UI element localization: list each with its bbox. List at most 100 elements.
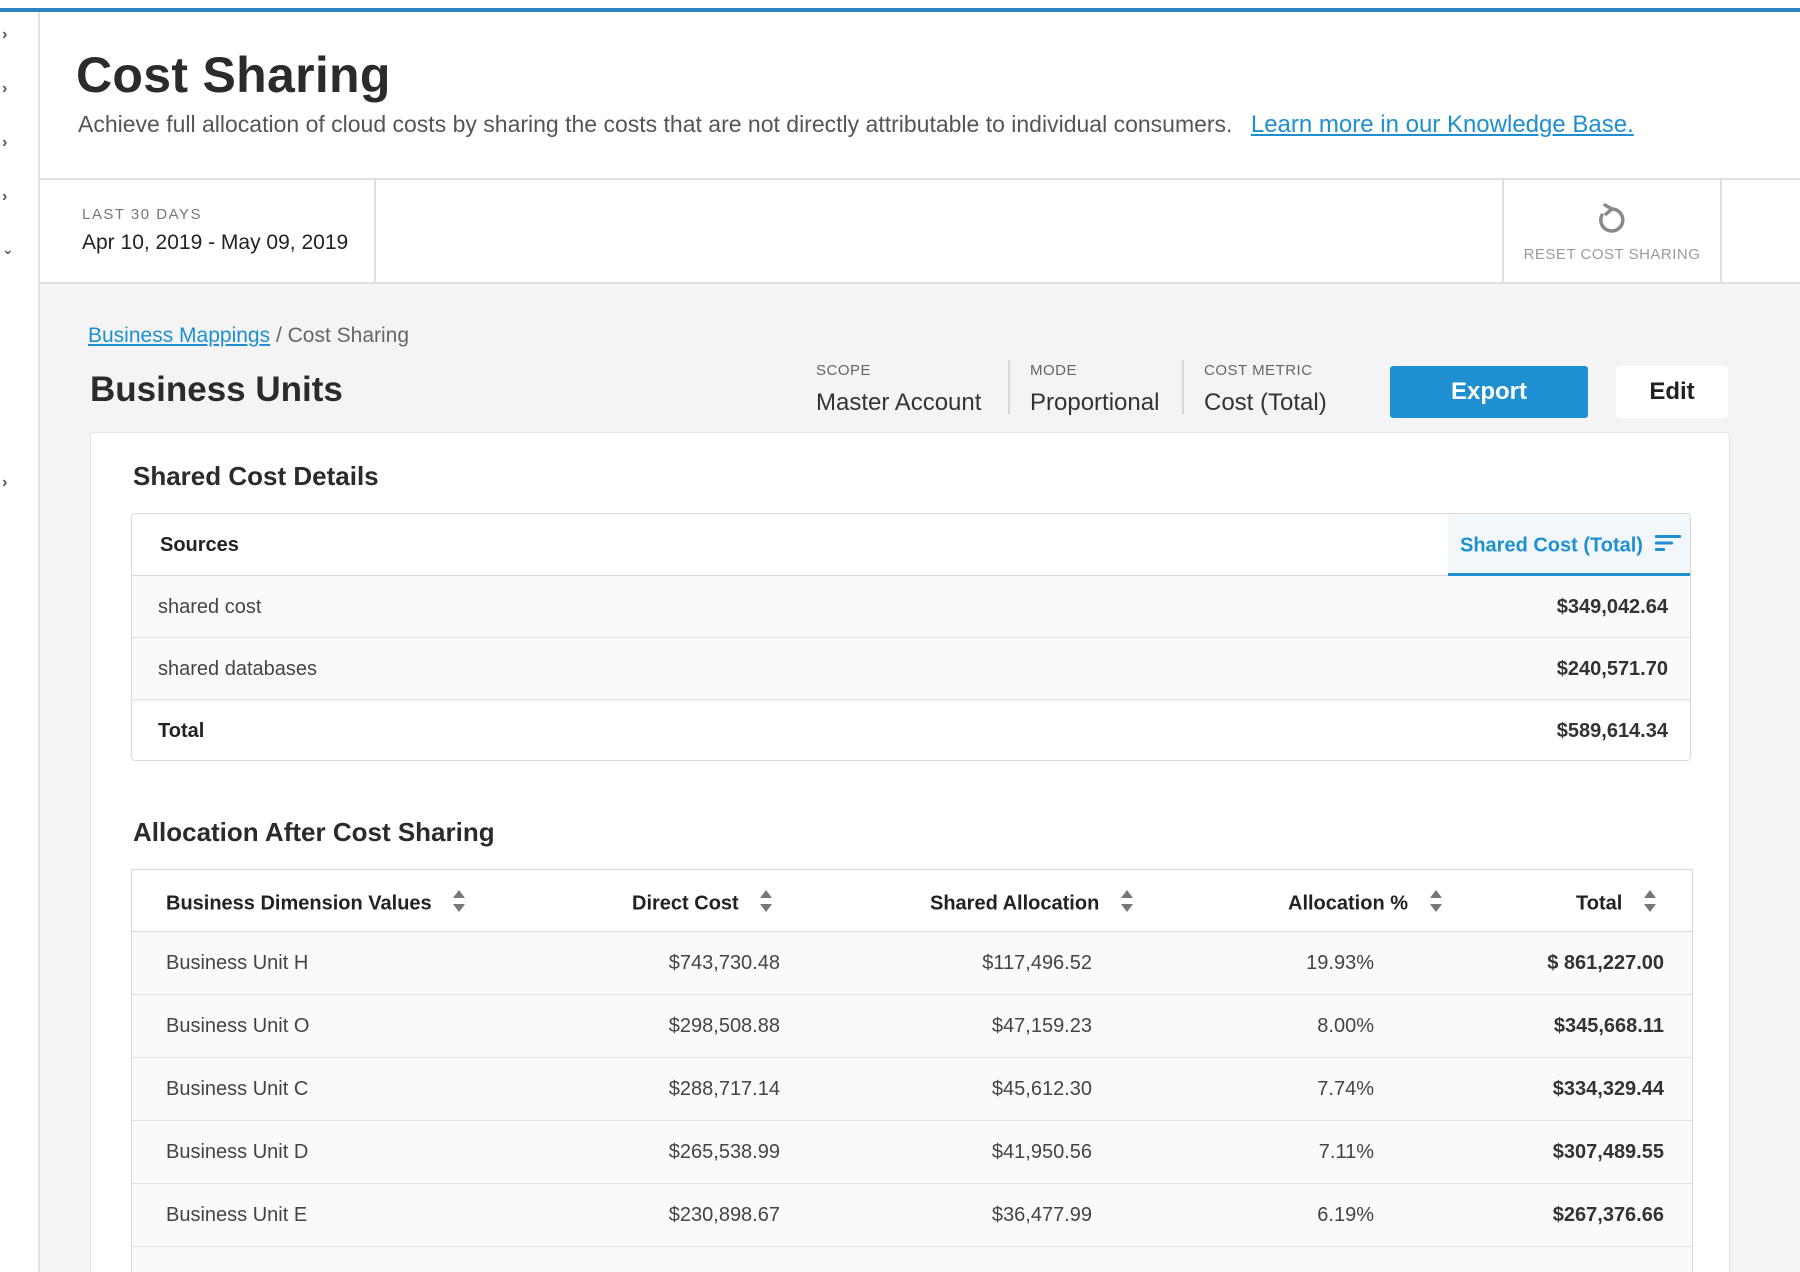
breadcrumb: Business Mappings / Cost Sharing bbox=[88, 324, 409, 348]
column-label: Direct Cost bbox=[632, 892, 739, 915]
column-header-allocation-pct[interactable]: Allocation % bbox=[1288, 890, 1442, 918]
top-accent-bar bbox=[0, 0, 1800, 12]
column-header-dimension[interactable]: Business Dimension Values bbox=[166, 890, 466, 918]
shared-cost-details-title: Shared Cost Details bbox=[133, 461, 379, 491]
table-row: shared databases $240,571.70 bbox=[132, 638, 1690, 700]
date-range-value: Apr 10, 2019 - May 09, 2019 bbox=[82, 231, 349, 254]
row-total: $ 861,227.00 bbox=[1547, 952, 1664, 974]
meta-divider bbox=[1008, 360, 1010, 414]
cost-metric-meta: COST METRIC Cost (Total) bbox=[1204, 362, 1327, 424]
table-row: Business Unit D $265,538.99 $41,950.56 7… bbox=[132, 1121, 1692, 1184]
shared-cost-column-header[interactable]: Shared Cost (Total) bbox=[1448, 514, 1690, 576]
chevron-right-icon[interactable]: › bbox=[2, 26, 16, 44]
date-strip: LAST 30 DAYS Apr 10, 2019 - May 09, 2019… bbox=[40, 180, 1800, 284]
total-value: $589,614.34 bbox=[1556, 720, 1668, 742]
table-row: Business Unit E $230,898.67 $36,477.99 6… bbox=[132, 1184, 1692, 1247]
chevron-down-icon[interactable]: ⌄ bbox=[2, 240, 16, 258]
table-row: Business Unit C $288,717.14 $45,612.30 7… bbox=[132, 1058, 1692, 1121]
sort-arrows-icon bbox=[453, 890, 466, 918]
knowledge-base-link[interactable]: Learn more in our Knowledge Base. bbox=[1251, 111, 1634, 138]
direct-cost: $298,508.88 bbox=[668, 1015, 780, 1037]
shared-cost-table-header: Sources Shared Cost (Total) bbox=[132, 514, 1690, 576]
mode-value: Proportional bbox=[1030, 389, 1160, 416]
table-row: Business Unit O $298,508.88 $47,159.23 8… bbox=[132, 995, 1692, 1058]
dimension-value: Business Unit E bbox=[166, 1204, 308, 1226]
cost-metric-label: COST METRIC bbox=[1204, 362, 1313, 379]
reset-icon bbox=[1504, 202, 1720, 238]
reset-cost-sharing-label: RESET COST SHARING bbox=[1523, 246, 1701, 263]
scope-label: SCOPE bbox=[816, 362, 872, 379]
column-label: Shared Allocation bbox=[930, 892, 1100, 915]
allocation-pct: 6.19% bbox=[1317, 1204, 1374, 1226]
shared-allocation: $47,159.23 bbox=[991, 1015, 1092, 1037]
meta-divider bbox=[1182, 360, 1184, 414]
shared-cost-table: Sources Shared Cost (Total) shared cost … bbox=[131, 513, 1691, 761]
shared-allocation: $36,477.99 bbox=[991, 1204, 1092, 1226]
row-total: $307,489.55 bbox=[1552, 1141, 1664, 1163]
direct-cost: $743,730.48 bbox=[668, 952, 780, 974]
sort-arrows-icon bbox=[760, 890, 773, 918]
export-button[interactable]: Export bbox=[1390, 366, 1588, 418]
total-label: Total bbox=[158, 720, 205, 742]
direct-cost: $230,898.67 bbox=[668, 1204, 780, 1226]
date-range-picker[interactable]: LAST 30 DAYS Apr 10, 2019 - May 09, 2019 bbox=[40, 180, 376, 282]
shared-cost-column-label: Shared Cost (Total) bbox=[1460, 534, 1643, 557]
sort-arrows-icon bbox=[1643, 890, 1656, 918]
shared-allocation: $41,950.56 bbox=[991, 1141, 1092, 1163]
section-title: Business Units bbox=[90, 370, 343, 409]
row-total: $267,376.66 bbox=[1552, 1204, 1664, 1226]
dimension-value: Business Unit H bbox=[166, 952, 309, 974]
edit-button[interactable]: Edit bbox=[1616, 366, 1728, 418]
chevron-right-icon[interactable]: › bbox=[2, 134, 16, 152]
allocation-pct: 7.11% bbox=[1318, 1141, 1374, 1163]
page-header: Cost Sharing Achieve full allocation of … bbox=[40, 16, 1800, 180]
breadcrumb-current: Cost Sharing bbox=[287, 324, 410, 347]
allocation-pct: 7.74% bbox=[1317, 1078, 1374, 1100]
table-row: Business Unit H $743,730.48 $117,496.52 … bbox=[132, 932, 1692, 995]
cost-sharing-card: Shared Cost Details Sources Shared Cost … bbox=[90, 432, 1730, 1272]
breadcrumb-business-mappings[interactable]: Business Mappings bbox=[88, 324, 270, 347]
row-total: $334,329.44 bbox=[1552, 1078, 1664, 1100]
breadcrumb-separator: / bbox=[270, 324, 288, 347]
source-name: shared cost bbox=[158, 596, 262, 618]
column-header-total[interactable]: Total bbox=[1576, 890, 1656, 918]
source-name: shared databases bbox=[158, 658, 318, 680]
source-cost: $349,042.64 bbox=[1556, 596, 1668, 618]
dimension-value: Business Unit O bbox=[166, 1015, 310, 1037]
scope-meta: SCOPE Master Account bbox=[816, 362, 981, 424]
row-total: $345,668.11 bbox=[1553, 1015, 1664, 1037]
chevron-right-icon[interactable]: › bbox=[2, 474, 16, 492]
left-nav-rail: › › › › ⌄ › bbox=[0, 12, 40, 1272]
chevron-right-icon[interactable]: › bbox=[2, 80, 16, 98]
total-row: Total $589,614.34 bbox=[132, 700, 1690, 760]
allocation-title: Allocation After Cost Sharing bbox=[133, 817, 495, 847]
cost-metric-value: Cost (Total) bbox=[1204, 389, 1327, 416]
direct-cost: $288,717.14 bbox=[668, 1078, 780, 1100]
dimension-value: Business Unit C bbox=[166, 1078, 309, 1100]
reset-cost-sharing-button[interactable]: RESET COST SHARING bbox=[1502, 180, 1722, 282]
main-content: Business Mappings / Cost Sharing Busines… bbox=[40, 284, 1800, 1272]
sort-arrows-icon bbox=[1120, 890, 1133, 918]
sort-arrows-icon bbox=[1429, 890, 1442, 918]
scroll-fade bbox=[132, 1253, 1692, 1272]
table-row: shared cost $349,042.64 bbox=[132, 576, 1690, 638]
allocation-pct: 19.93% bbox=[1306, 952, 1374, 974]
page-subtitle: Achieve full allocation of cloud costs b… bbox=[78, 111, 1634, 139]
dimension-value: Business Unit D bbox=[166, 1141, 309, 1163]
column-header-direct-cost[interactable]: Direct Cost bbox=[632, 890, 773, 918]
column-label: Total bbox=[1576, 892, 1623, 915]
allocation-table: Business Dimension Values Direct Cost Sh… bbox=[131, 869, 1693, 1272]
allocation-pct: 8.00% bbox=[1317, 1015, 1374, 1037]
column-label: Business Dimension Values bbox=[166, 892, 432, 915]
page-subtitle-text: Achieve full allocation of cloud costs b… bbox=[78, 111, 1233, 137]
chevron-right-icon[interactable]: › bbox=[2, 188, 16, 206]
mode-meta: MODE Proportional bbox=[1030, 362, 1159, 424]
column-header-shared-allocation[interactable]: Shared Allocation bbox=[930, 890, 1133, 918]
page-title: Cost Sharing bbox=[76, 47, 391, 103]
mode-label: MODE bbox=[1030, 362, 1077, 379]
source-cost: $240,571.70 bbox=[1556, 658, 1668, 680]
sources-column-header[interactable]: Sources bbox=[160, 534, 239, 557]
scope-value: Master Account bbox=[816, 389, 982, 416]
column-label: Allocation % bbox=[1288, 892, 1409, 915]
direct-cost: $265,538.99 bbox=[668, 1141, 780, 1163]
